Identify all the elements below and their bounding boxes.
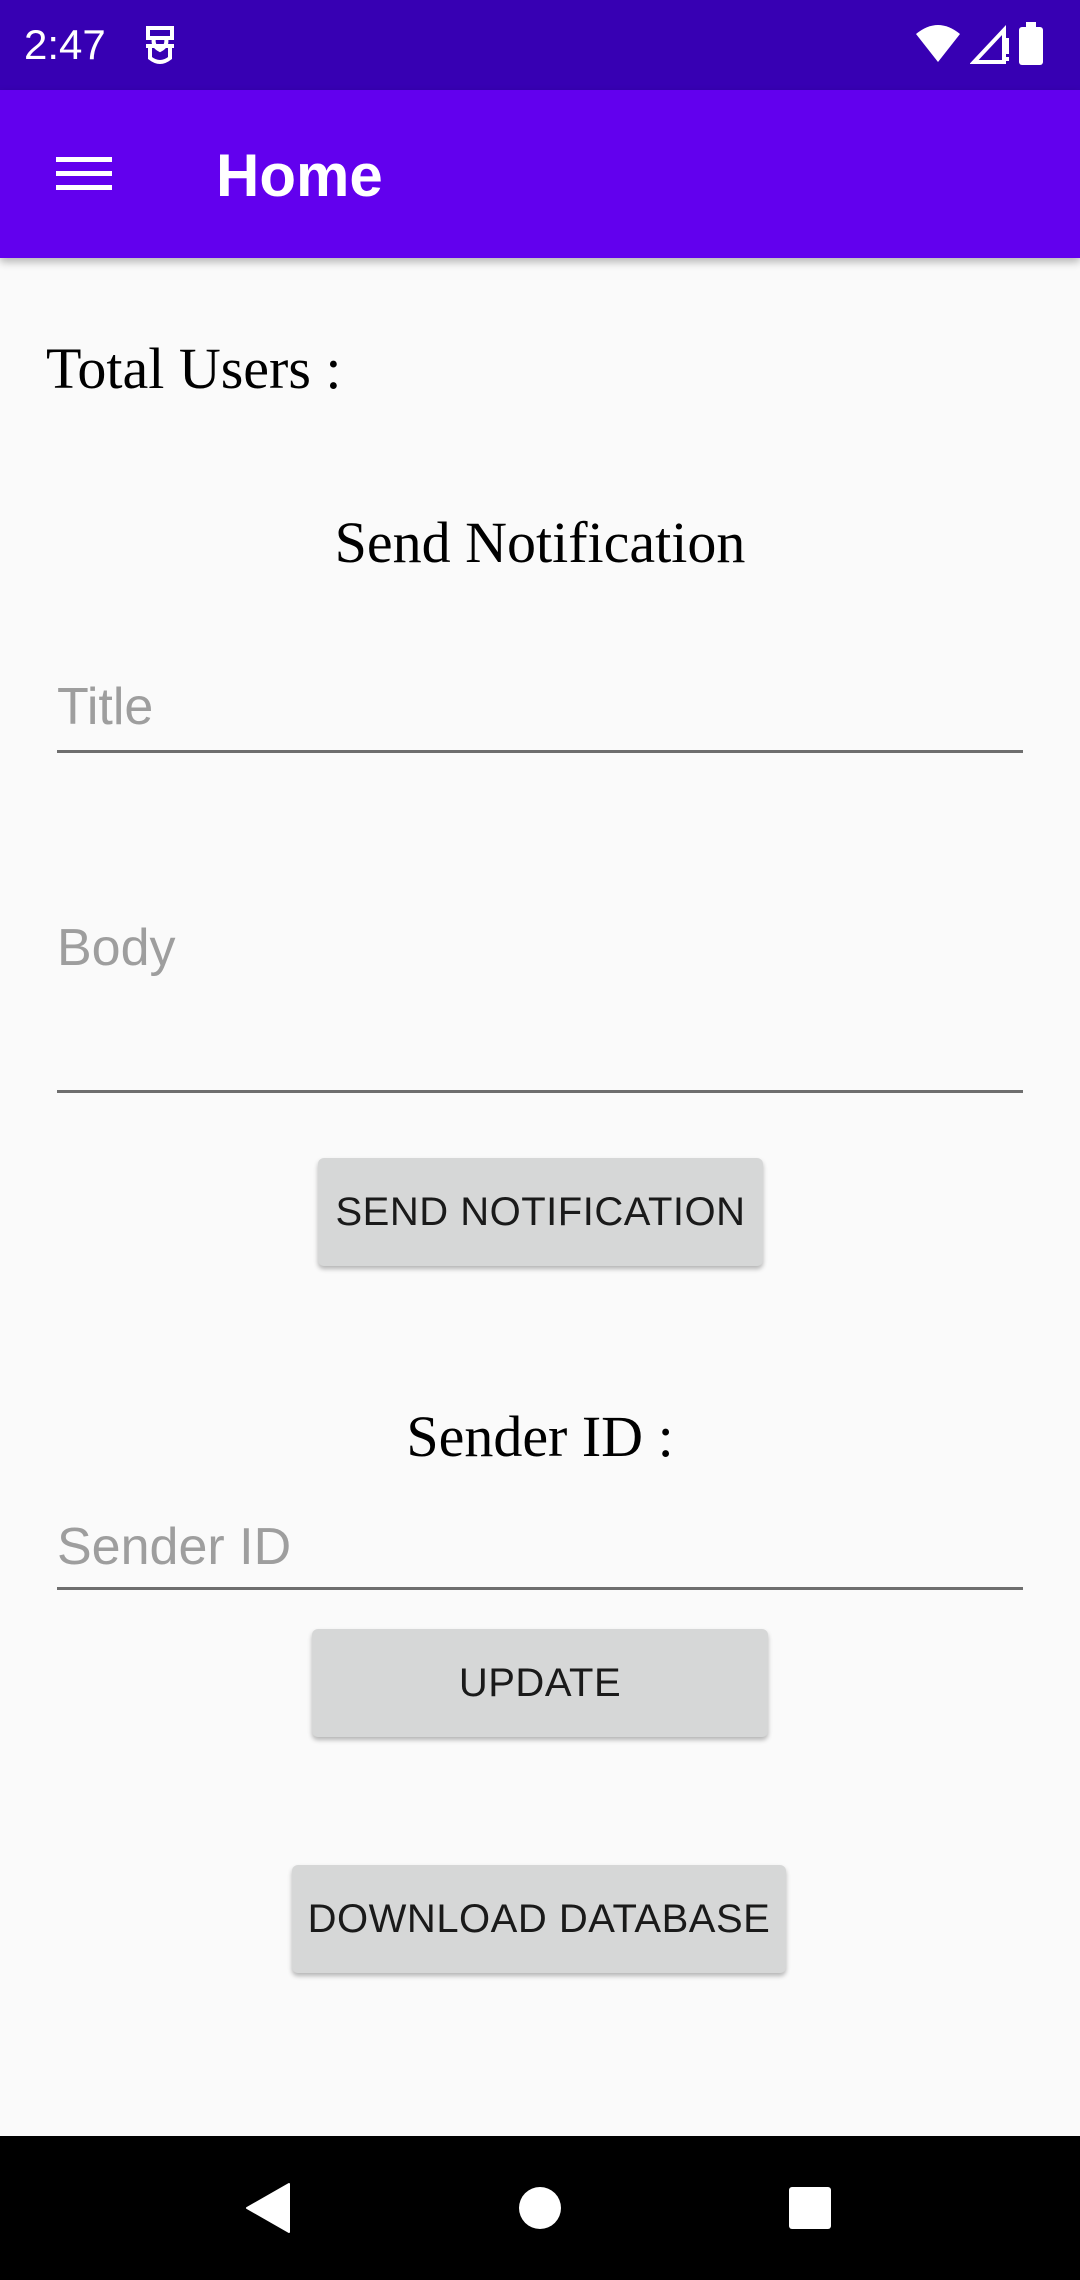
back-icon[interactable]	[228, 2172, 308, 2244]
send-notification-heading: Send Notification	[334, 510, 746, 575]
send-notification-button[interactable]: SEND NOTIFICATION	[318, 1158, 763, 1266]
home-icon[interactable]	[500, 2172, 580, 2244]
page-title: Home	[216, 142, 383, 209]
title-input[interactable]	[57, 663, 1023, 753]
status-bar: 2:47	[0, 0, 1080, 90]
battery-icon	[1018, 21, 1044, 71]
sender-id-input[interactable]	[57, 1506, 1023, 1590]
hamburger-menu-icon[interactable]	[36, 142, 132, 206]
sender-id-heading: Sender ID :	[406, 1404, 674, 1469]
status-icons	[914, 21, 1044, 71]
wifi-icon	[914, 24, 962, 69]
navigation-bar	[0, 2136, 1080, 2280]
body-input[interactable]	[57, 918, 1023, 1093]
total-users-label: Total Users :	[46, 336, 342, 401]
app-bar: Home	[0, 90, 1080, 258]
download-database-button[interactable]: DOWNLOAD DATABASE	[292, 1865, 786, 1973]
recents-icon[interactable]	[770, 2172, 850, 2244]
signal-icon	[969, 24, 1010, 69]
sim-toolkit-icon	[140, 24, 180, 68]
status-time: 2:47	[24, 21, 106, 68]
update-button[interactable]: UPDATE	[312, 1629, 768, 1737]
main-content: Total Users : Send Notification SEND NOT…	[0, 258, 1080, 2136]
